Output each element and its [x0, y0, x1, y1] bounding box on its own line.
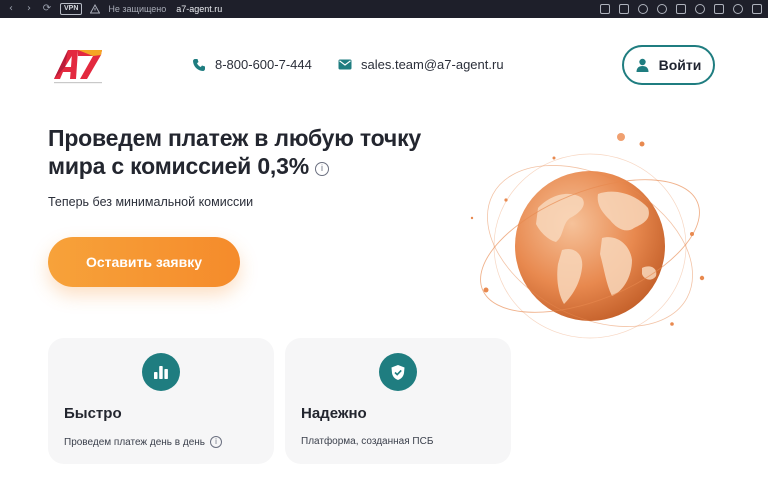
feature-title: Надежно: [301, 405, 367, 422]
info-icon[interactable]: i: [314, 162, 329, 176]
feature-text: Платформа, созданная ПСБ: [301, 436, 433, 447]
insecure-label[interactable]: Не защищено: [108, 4, 166, 14]
reload-icon[interactable]: ⟳: [42, 4, 52, 14]
extensions-icon[interactable]: [752, 4, 762, 14]
camera-icon[interactable]: [619, 4, 629, 14]
vpn-badge[interactable]: VPN: [60, 3, 83, 15]
hero-title: Проведем платеж в любую точку мира с ком…: [48, 124, 468, 180]
user-icon: [636, 58, 649, 72]
login-label: Войти: [658, 57, 702, 73]
email-contact[interactable]: sales.team@a7-agent.ru: [338, 57, 504, 72]
share-icon[interactable]: [657, 4, 667, 14]
download-icon[interactable]: [714, 4, 724, 14]
forward-arrow-icon[interactable]: ›: [24, 4, 34, 14]
address-bar-url[interactable]: a7-agent.ru: [176, 4, 222, 14]
profile-icon[interactable]: [733, 4, 743, 14]
a7-logo[interactable]: [52, 47, 104, 85]
mail-icon: [338, 59, 352, 70]
email-address[interactable]: sales.team@a7-agent.ru: [361, 57, 504, 72]
heart-icon[interactable]: [695, 4, 705, 14]
hero-subtitle: Теперь без минимальной комиссии: [48, 195, 254, 209]
send-icon[interactable]: [676, 4, 686, 14]
feature-title: Быстро: [64, 405, 122, 422]
warning-icon: [90, 4, 101, 14]
phone-contact[interactable]: 8-800-600-7-444: [192, 57, 312, 72]
back-arrow-icon[interactable]: ‹: [6, 4, 16, 14]
feature-text: Проведем платеж день в день i: [64, 436, 223, 448]
hero-title-line-2: мира с комиссией 0,3%: [48, 153, 309, 179]
bar-chart-icon: [142, 353, 180, 391]
feature-description: Платформа, созданная ПСБ: [301, 436, 434, 447]
info-icon[interactable]: i: [210, 436, 223, 448]
hero-title-line-1: Проведем платеж в любую точку: [48, 125, 421, 151]
browser-tools: [600, 4, 762, 14]
browser-toolbar: ‹ › ⟳ VPN Не защищено a7-agent.ru: [0, 0, 768, 18]
feature-description: Проведем платеж день в день: [64, 436, 206, 448]
login-button[interactable]: Войти: [622, 45, 715, 85]
submit-request-button[interactable]: Оставить заявку: [48, 237, 240, 287]
phone-icon: [193, 58, 205, 71]
feature-card-fast: Быстро Проведем платеж день в день i: [48, 338, 274, 464]
check-shield-icon: [379, 353, 417, 391]
phone-number[interactable]: 8-800-600-7-444: [215, 57, 312, 72]
shield-icon[interactable]: [638, 4, 648, 14]
feature-card-reliable: Надежно Платформа, созданная ПСБ: [285, 338, 511, 464]
translate-icon[interactable]: [600, 4, 610, 14]
globe-illustration: [470, 133, 705, 339]
